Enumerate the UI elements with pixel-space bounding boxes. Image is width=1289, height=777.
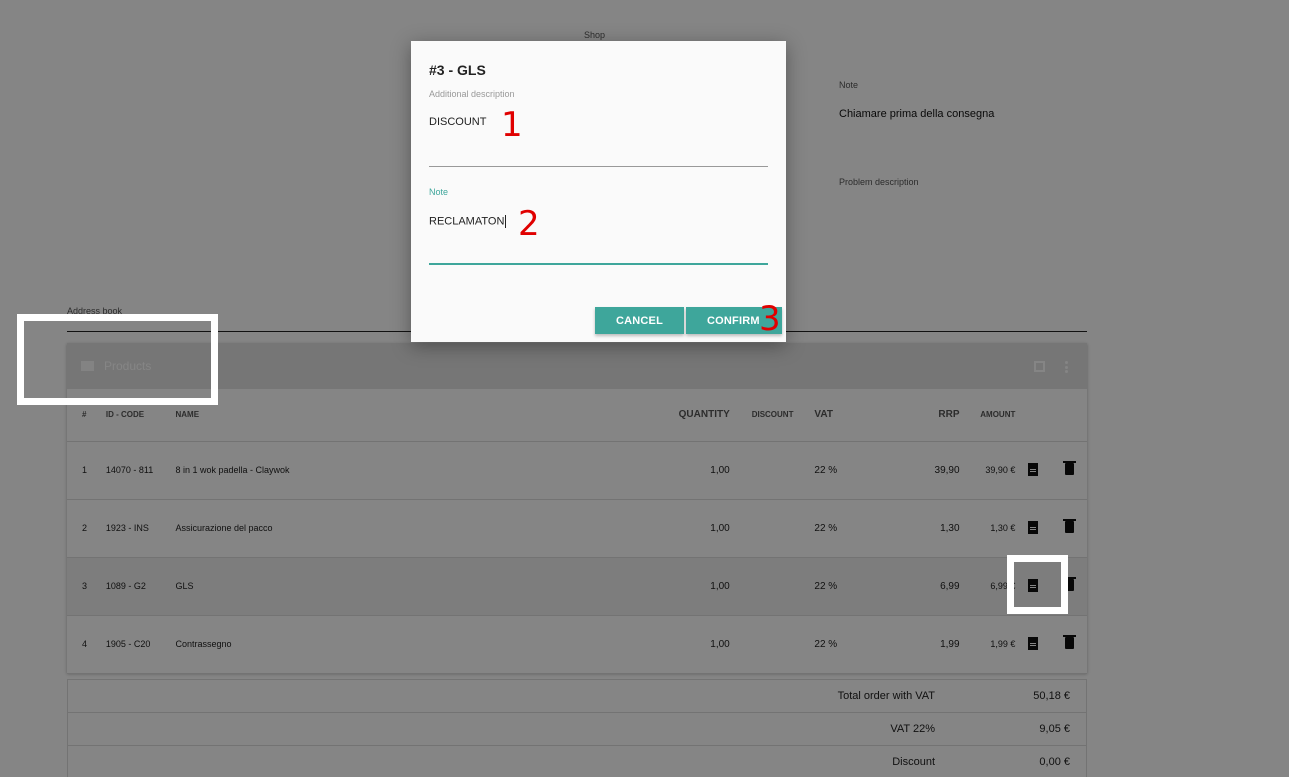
additional-description-underline	[429, 166, 768, 167]
annotation-number-3: 3	[759, 299, 781, 339]
additional-description-input[interactable]	[429, 116, 749, 128]
annotation-number-2: 2	[518, 204, 540, 244]
text-caret	[505, 215, 507, 228]
dialog-title: #3 - GLS	[429, 62, 486, 78]
note-label: Note	[429, 187, 449, 197]
cancel-button[interactable]: CANCEL	[595, 307, 684, 334]
note-input-text: RECLAMATON	[429, 215, 505, 228]
annotation-highlight-description-icon	[1007, 555, 1068, 614]
edit-product-dialog: #3 - GLS Additional description Note REC…	[411, 41, 786, 342]
additional-description-label: Additional description	[429, 89, 515, 99]
note-underline	[429, 263, 768, 265]
annotation-highlight-products	[17, 314, 218, 405]
annotation-number-1: 1	[501, 105, 523, 145]
note-input[interactable]: RECLAMATON	[429, 215, 749, 228]
